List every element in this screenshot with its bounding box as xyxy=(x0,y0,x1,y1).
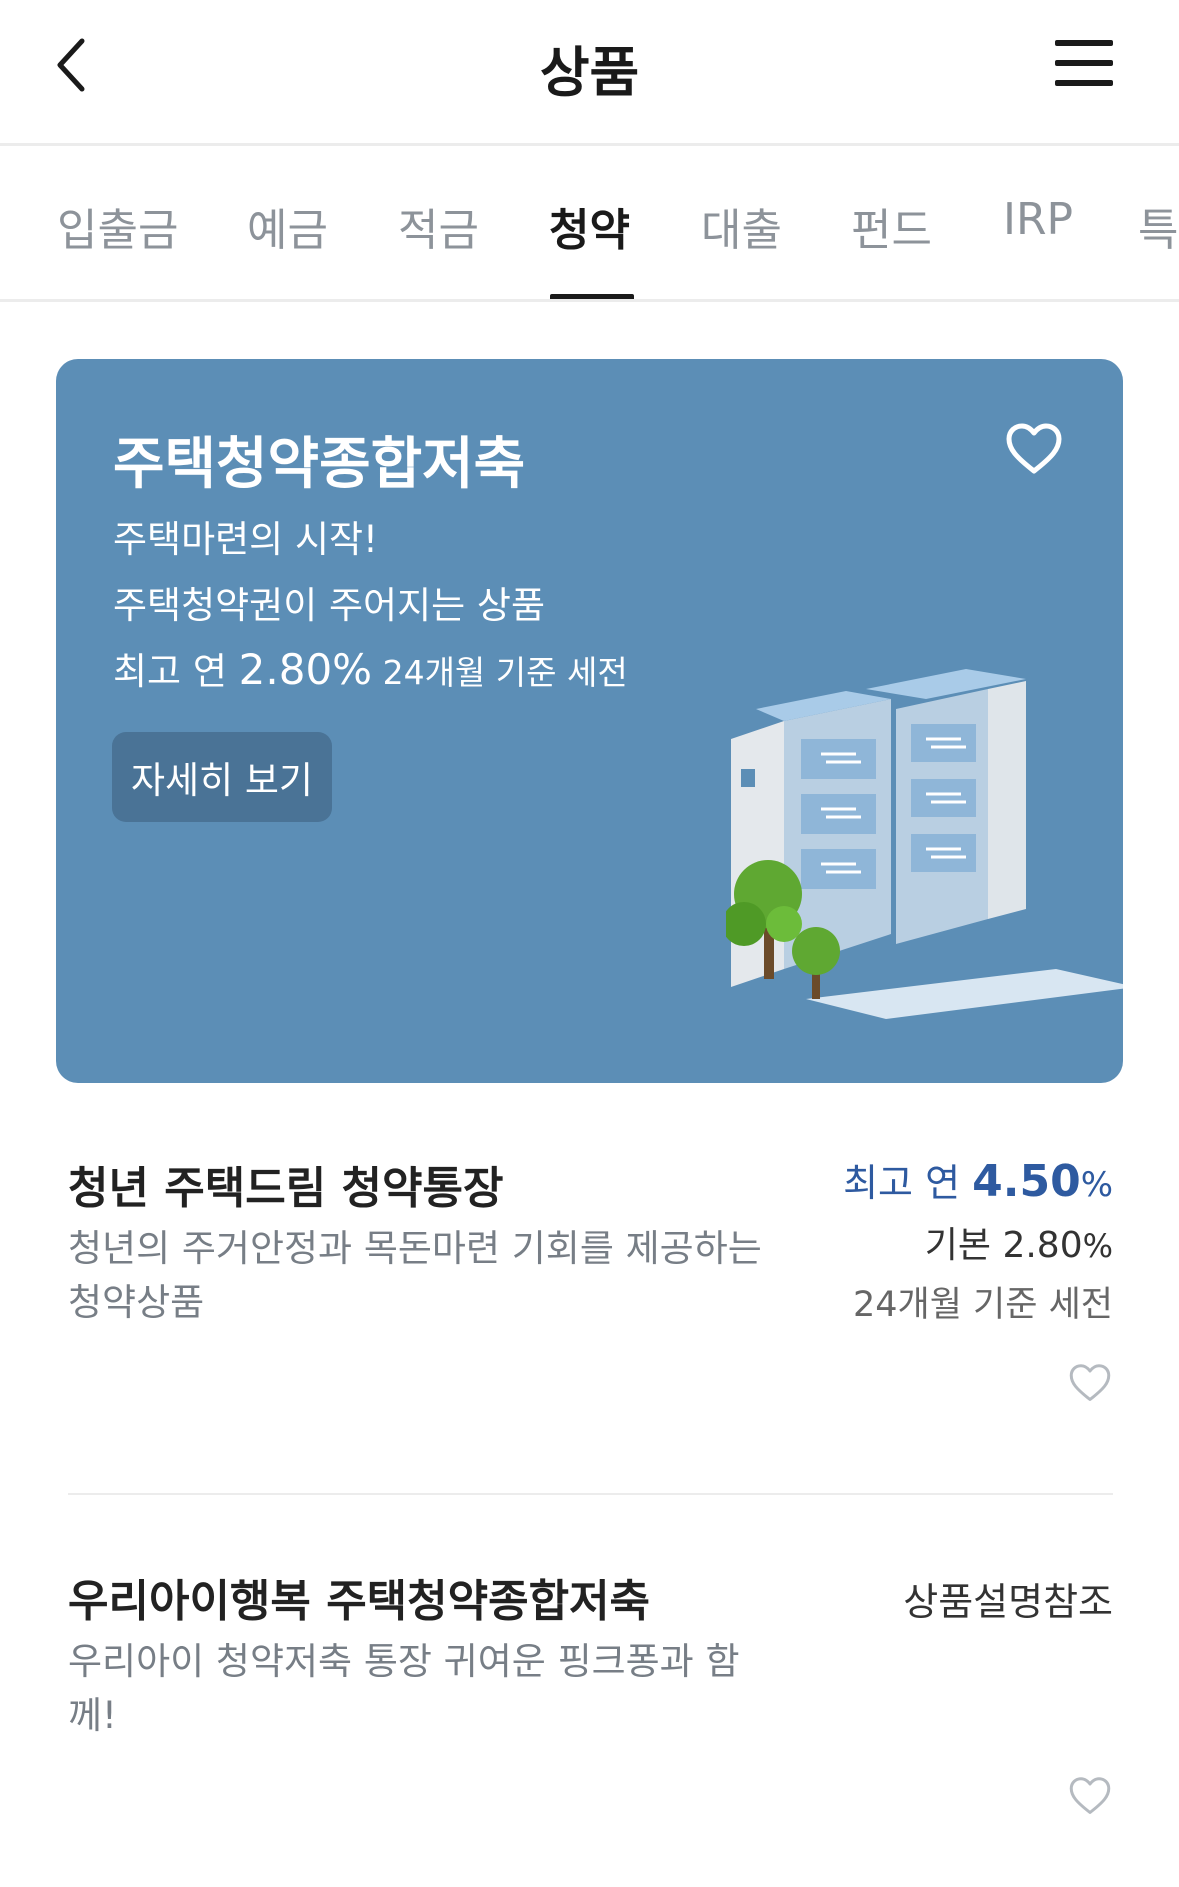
apartment-building-illustration xyxy=(726,669,1123,1019)
tab-installment-savings[interactable]: 적금 xyxy=(398,194,479,258)
product-name: 청년 주택드림 청약통장 xyxy=(68,1163,504,1214)
base-rate-value: 2.80 xyxy=(1002,1225,1083,1266)
product-card[interactable]: 청년 주택드림 청약통장 청년의 주거안정과 목돈마련 기회를 제공하는 청약상… xyxy=(68,1152,1113,1412)
product-name: 우리아이행복 주택청약종합저축 xyxy=(68,1576,651,1627)
featured-product-banner[interactable]: 주택청약종합저축 주택마련의 시작! 주택청약권이 주어지는 상품 최고 연 2… xyxy=(56,359,1123,1083)
tab-special[interactable]: 특 xyxy=(1138,194,1178,258)
view-details-button[interactable]: 자세히 보기 xyxy=(112,732,332,822)
base-rate: 기본 2.80% xyxy=(925,1216,1113,1268)
banner-favorite-button[interactable] xyxy=(1004,421,1064,477)
banner-rate-value: 2.80% xyxy=(238,645,373,694)
max-rate-label: 최고 연 xyxy=(843,1161,973,1205)
tab-fund[interactable]: 펀드 xyxy=(851,194,932,258)
product-card[interactable]: 우리아이행복 주택청약종합저축 우리아이 청약저축 통장 귀여운 핑크퐁과 함 … xyxy=(68,1565,1113,1825)
heart-outline-icon xyxy=(1069,1364,1111,1401)
banner-rate-suffix: 24개월 기준 세전 xyxy=(372,653,628,692)
tab-housing-subscription[interactable]: 청약 xyxy=(549,194,630,258)
active-tab-indicator xyxy=(550,294,634,299)
banner-line-2: 주택청약권이 주어지는 상품 xyxy=(113,584,546,627)
menu-button[interactable] xyxy=(1055,38,1117,88)
rate-condition: 24개월 기준 세전 xyxy=(853,1285,1113,1325)
product-description-line: 께! xyxy=(68,1694,117,1737)
max-rate-unit: % xyxy=(1080,1165,1113,1205)
product-favorite-button[interactable] xyxy=(1067,1362,1113,1404)
page-title: 상품 xyxy=(539,41,640,104)
product-favorite-button[interactable] xyxy=(1067,1775,1113,1817)
heart-outline-icon xyxy=(1006,423,1062,474)
banner-rate-prefix: 최고 연 xyxy=(113,650,239,693)
product-description-line: 우리아이 청약저축 통장 귀여운 핑크퐁과 함 xyxy=(68,1640,740,1683)
banner-rate-line: 최고 연 2.80% 24개월 기준 세전 xyxy=(113,641,628,695)
tab-loan[interactable]: 대출 xyxy=(701,194,782,258)
app-header: 상품 xyxy=(0,0,1179,146)
tab-irp[interactable]: IRP xyxy=(1003,194,1073,245)
max-rate-value: 4.50 xyxy=(972,1156,1081,1207)
tab-deposit-withdrawal[interactable]: 입출금 xyxy=(57,194,178,258)
base-rate-label: 기본 xyxy=(924,1225,1003,1266)
divider xyxy=(68,1493,1113,1495)
product-description-line: 청년의 주거안정과 목돈마련 기회를 제공하는 xyxy=(68,1227,762,1270)
base-rate-unit: % xyxy=(1082,1227,1113,1265)
product-description: 우리아이 청약저축 통장 귀여운 핑크퐁과 함 께! xyxy=(68,1635,768,1743)
heart-outline-icon xyxy=(1069,1777,1111,1814)
product-description-line: 청약상품 xyxy=(68,1281,205,1324)
rate-note: 상품설명참조 xyxy=(903,1580,1113,1624)
tab-deposit[interactable]: 예금 xyxy=(247,194,328,258)
product-description: 청년의 주거안정과 목돈마련 기회를 제공하는 청약상품 xyxy=(68,1222,768,1330)
category-tabs: 입출금 예금 적금 청약 대출 펀드 IRP 특 xyxy=(0,146,1179,302)
banner-title: 주택청약종합저축 xyxy=(113,432,526,497)
banner-line-1: 주택마련의 시작! xyxy=(113,518,378,561)
max-rate: 최고 연 4.50% xyxy=(843,1152,1113,1207)
